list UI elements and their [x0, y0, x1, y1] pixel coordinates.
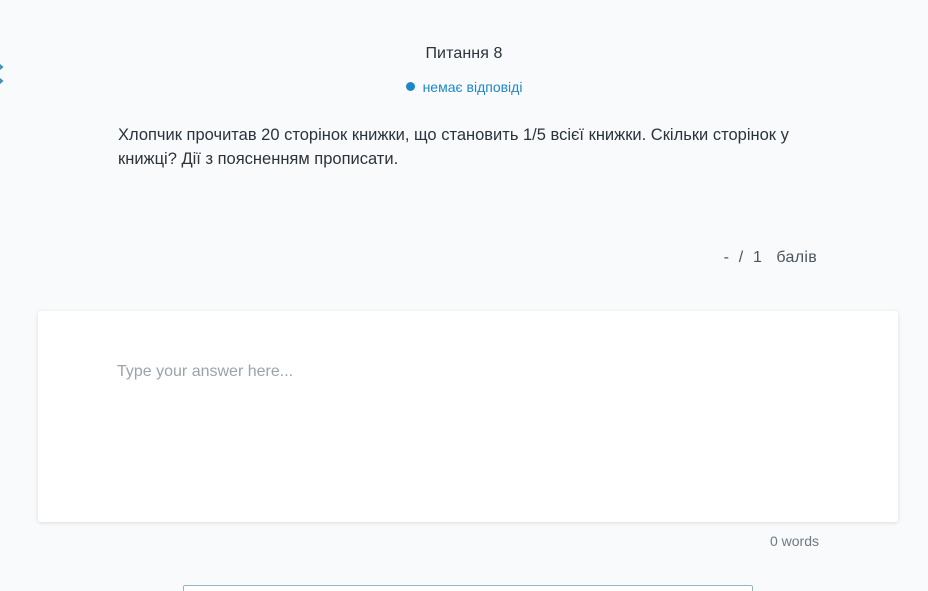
question-title: Питання 8 [425, 45, 503, 62]
word-count: 0 words [769, 533, 819, 549]
bottom-panel[interactable] [183, 585, 753, 591]
points-score: - / 1 балів [723, 249, 817, 266]
question-text: Хлопчик прочитав 20 сторінок книжки, що … [118, 126, 789, 168]
status-label: немає відповіді [422, 79, 523, 95]
status-dot-icon [405, 82, 415, 91]
answer-input[interactable] [117, 363, 817, 493]
answer-card [38, 311, 898, 522]
answer-status: немає відповіді [0, 79, 928, 95]
quiz-question-page: Питання 8 немає відповіді Хлопчик прочит… [0, 0, 928, 591]
